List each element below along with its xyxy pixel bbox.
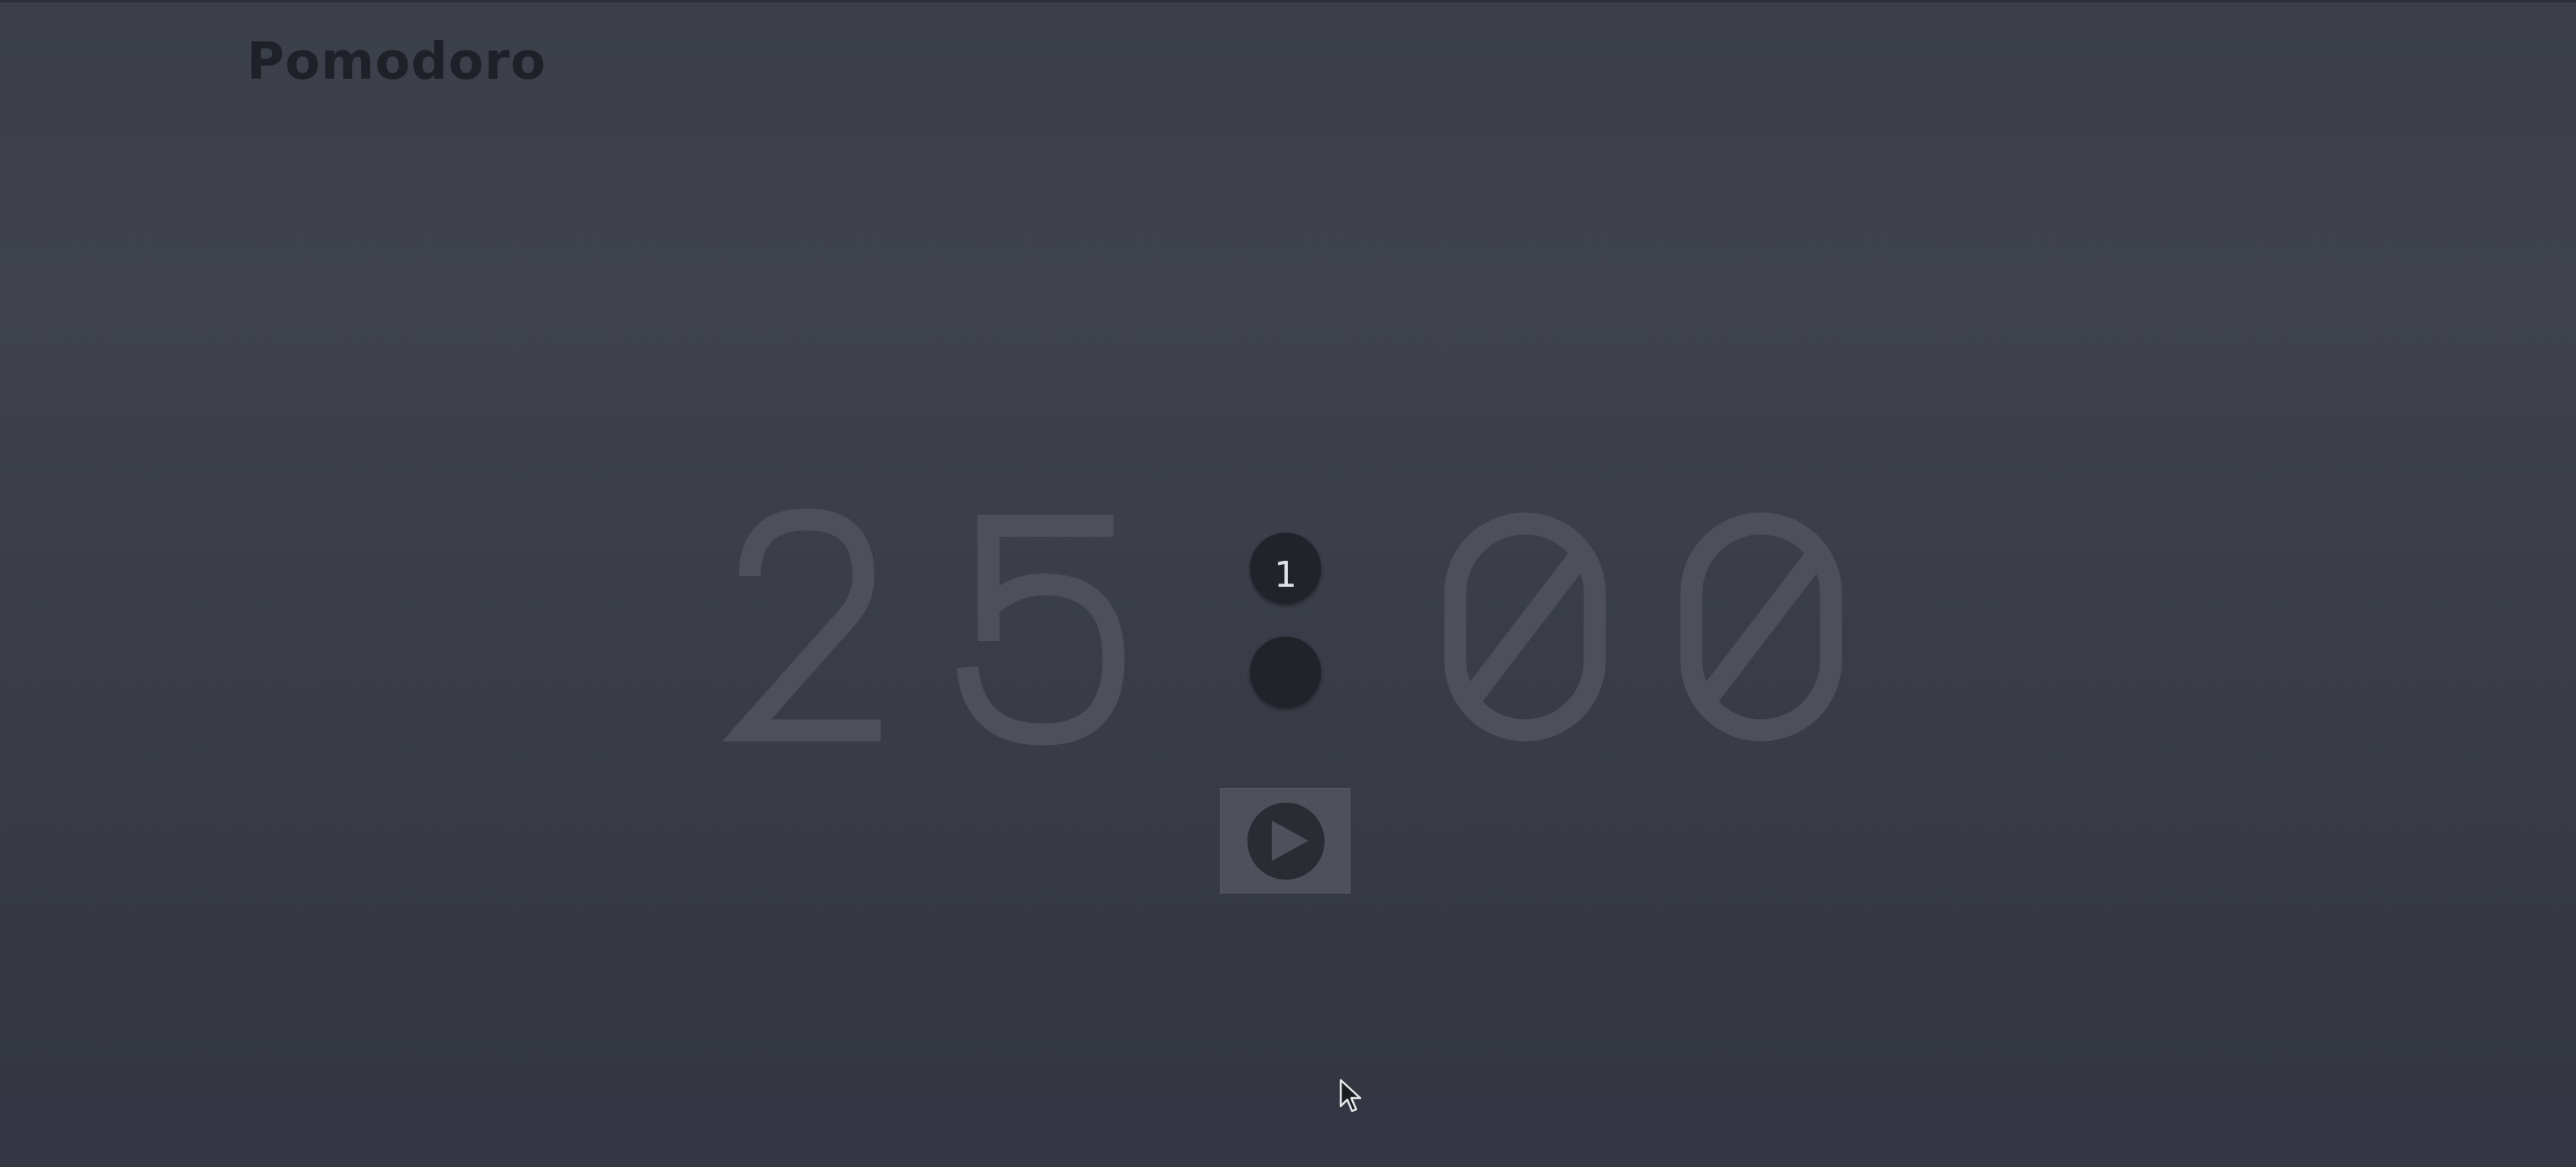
timer-digit-minutes-ones	[956, 515, 1125, 746]
session-count: 1	[1274, 554, 1297, 596]
timer-digit-minutes-tens	[722, 508, 881, 742]
session-indicator: 1	[1250, 532, 1321, 711]
session-count-dot: 1	[1250, 532, 1321, 604]
start-timer-button[interactable]	[1220, 788, 1350, 894]
pomodoro-app: { "app": { "title": "Pomodoro" }, "timer…	[0, 0, 2576, 1167]
play-icon	[1247, 803, 1325, 880]
play-triangle-icon	[1272, 820, 1308, 861]
mouse-cursor-icon	[1339, 1079, 1362, 1113]
session-dot	[1250, 636, 1321, 708]
timer-digit-seconds-ones-slash	[1699, 553, 1822, 705]
timer-digit-seconds-tens-slash	[1462, 553, 1586, 705]
